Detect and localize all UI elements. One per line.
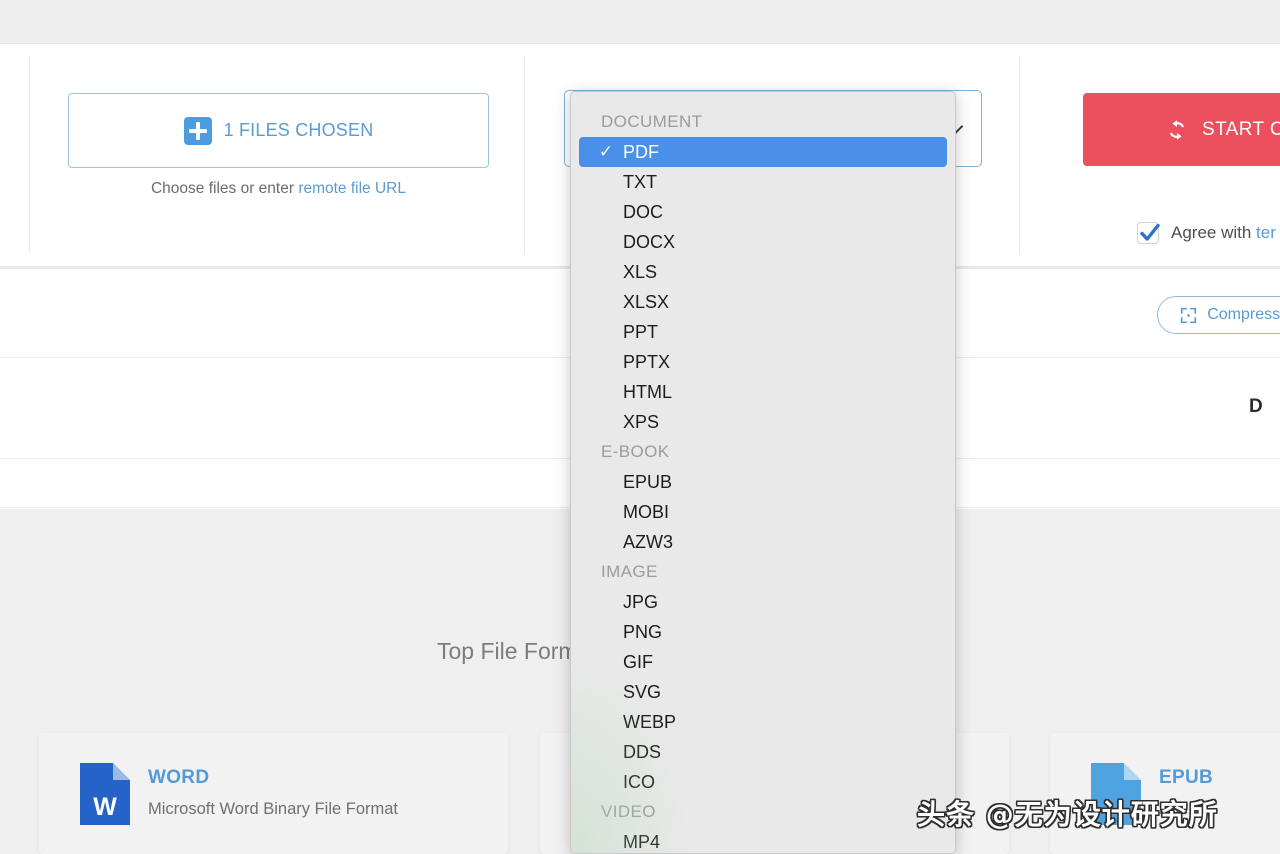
check-icon: [1140, 223, 1160, 241]
dropdown-option-label: PPTX: [623, 352, 671, 372]
dropdown-option-pdf[interactable]: ✓ PDF: [579, 137, 947, 167]
dropdown-option-label: DDS: [623, 742, 662, 762]
agree-terms-checkbox[interactable]: [1137, 222, 1160, 244]
svg-text:W: W: [93, 793, 117, 821]
panel-divider-mid: [524, 57, 525, 253]
format-card-texts: WORD Microsoft Word Binary File Format: [148, 763, 398, 819]
agree-terms-row: Agree with ter: [1137, 222, 1276, 244]
dropdown-option-label: GIF: [623, 652, 653, 672]
remote-file-url-link[interactable]: remote file URL: [298, 180, 406, 197]
dropdown-option-label: WEBP: [623, 712, 677, 732]
dropdown-option-mobi[interactable]: MOBI: [571, 497, 955, 527]
format-card-name: WORD: [148, 767, 210, 788]
dropdown-option-label: PPT: [623, 322, 659, 342]
top-browser-strip: [0, 0, 1280, 44]
dropdown-option-docx[interactable]: DOCX: [571, 227, 955, 257]
top-file-formats-title: Top File Form: [437, 638, 578, 664]
compress-all-button[interactable]: Compress al: [1157, 296, 1280, 334]
format-card-name: EPUB: [1159, 767, 1213, 788]
files-chosen-label: 1 FILES CHOSEN: [223, 120, 374, 140]
dropdown-option-label: AZW3: [623, 532, 674, 552]
dropdown-option-mp4[interactable]: MP4: [571, 827, 955, 853]
dropdown-group-label: DOCUMENT: [601, 112, 703, 131]
dropdown-option-gif[interactable]: GIF: [571, 647, 955, 677]
dropdown-option-label: JPG: [623, 592, 659, 612]
dropdown-option-label: XPS: [623, 412, 660, 432]
dropdown-option-label: ICO: [623, 772, 656, 792]
dropdown-option-jpg[interactable]: JPG: [571, 587, 955, 617]
compress-icon: [1181, 307, 1197, 323]
plus-icon: [183, 116, 212, 145]
panel-divider-right: [1019, 57, 1020, 253]
dropdown-option-dds[interactable]: DDS: [571, 737, 955, 767]
watermark-text: 头条 @无为设计研究所: [917, 798, 1218, 831]
dropdown-option-label: TXT: [623, 172, 657, 192]
check-icon: ✓: [598, 142, 614, 161]
dropdown-option-svg[interactable]: SVG: [571, 677, 955, 707]
dropdown-option-label: DOC: [623, 202, 663, 222]
output-format-dropdown[interactable]: DOCUMENT ✓ PDF TXT DOC DOCX XLS XLSX PPT PPTX HTML…: [570, 91, 956, 854]
terms-link[interactable]: ter: [1256, 223, 1276, 242]
panel-divider-left: [29, 57, 30, 253]
dropdown-option-ico[interactable]: ICO: [571, 767, 955, 797]
dropdown-option-label: HTML: [623, 382, 672, 402]
dropdown-group-label: E-BOOK: [601, 442, 670, 461]
choose-files-button[interactable]: 1 FILES CHOSEN: [68, 93, 489, 168]
dropdown-option-xlsx[interactable]: XLSX: [571, 287, 955, 317]
dropdown-option-label: SVG: [623, 682, 662, 702]
choose-files-hint-text: Choose files or enter: [150, 180, 299, 197]
dropdown-option-label: PNG: [623, 622, 663, 642]
dropdown-option-doc[interactable]: DOC: [571, 197, 955, 227]
choose-files-hint: Choose files or enter remote file URL: [68, 180, 489, 198]
agree-terms-text: Agree with: [1171, 223, 1257, 242]
dropdown-option-azw3[interactable]: AZW3: [571, 527, 955, 557]
dropdown-option-label: MP4: [623, 832, 661, 852]
dropdown-list[interactable]: DOCUMENT ✓ PDF TXT DOC DOCX XLS XLSX PPT PPTX HTML…: [571, 92, 955, 853]
format-card-inner: W WORD Microsoft Word Binary File Format: [80, 763, 398, 825]
dropdown-option-label: DOCX: [623, 232, 676, 252]
dropdown-option-html[interactable]: HTML: [571, 377, 955, 407]
format-card-description: Microsoft Word Binary File Format: [148, 800, 398, 818]
dropdown-option-webp[interactable]: WEBP: [571, 707, 955, 737]
dropdown-group-label: IMAGE: [601, 562, 658, 581]
start-conversion-button[interactable]: START CON: [1083, 93, 1280, 166]
dropdown-option-epub[interactable]: EPUB: [571, 467, 955, 497]
dropdown-option-ppt[interactable]: PPT: [571, 317, 955, 347]
refresh-icon: [1169, 119, 1185, 140]
dropdown-option-label: PDF: [623, 142, 659, 162]
page-root: 1 FILES CHOSEN Choose files or enter rem…: [0, 0, 1280, 854]
format-card-word[interactable]: W WORD Microsoft Word Binary File Format: [39, 733, 508, 854]
dropdown-option-png[interactable]: PNG: [571, 617, 955, 647]
agree-terms-label: Agree with ter: [1171, 223, 1276, 243]
dropdown-option-txt[interactable]: TXT: [571, 167, 955, 197]
dropdown-option-xls[interactable]: XLS: [571, 257, 955, 287]
word-document-icon: W: [80, 763, 130, 825]
file-list-header-right: D: [1249, 396, 1263, 417]
dropdown-option-label: EPUB: [623, 472, 673, 492]
compress-all-label: Compress al: [1207, 306, 1280, 323]
dropdown-option-label: MOBI: [623, 502, 670, 522]
dropdown-option-xps[interactable]: XPS: [571, 407, 955, 437]
dropdown-option-label: XLSX: [623, 292, 670, 312]
dropdown-option-label: XLS: [623, 262, 658, 282]
start-conversion-label: START CON: [1202, 118, 1280, 140]
dropdown-group-label: VIDEO: [601, 802, 656, 821]
dropdown-option-pptx[interactable]: PPTX: [571, 347, 955, 377]
